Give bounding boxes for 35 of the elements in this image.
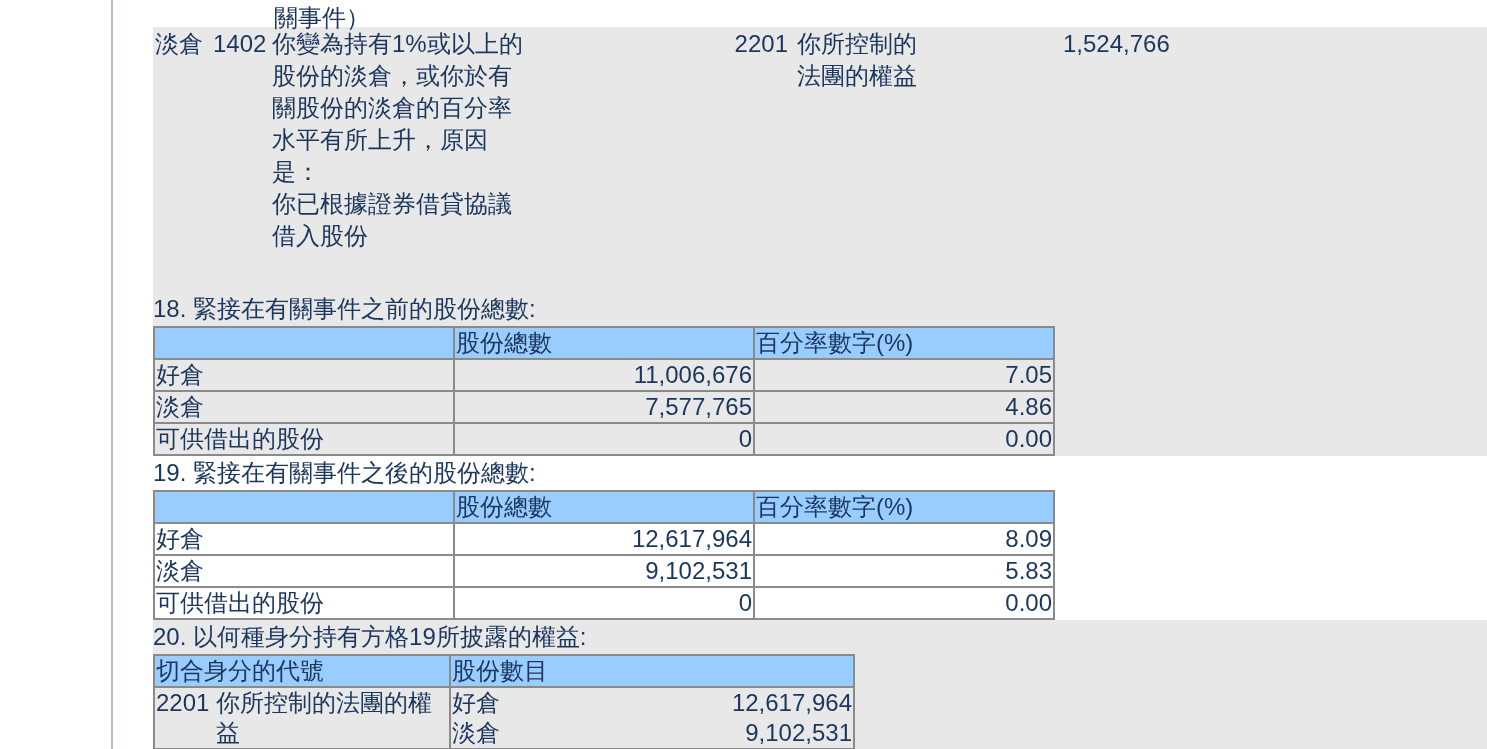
- share-count: 12,617,964: [731, 688, 852, 718]
- section-heading: 19. 緊接在有關事件之後的股份總數:: [153, 458, 536, 488]
- table-cell: 8.09: [754, 523, 1054, 555]
- table-cell: 12,617,964: [454, 523, 754, 555]
- header-cell: 切合身分的代號: [154, 655, 450, 687]
- table-cell: 5.83: [754, 555, 1054, 587]
- description-text: 你已根據證券借貸協議借入股份: [272, 189, 513, 251]
- table-cell: 11,006,676: [454, 359, 754, 391]
- table-cell: 好倉: [154, 523, 454, 555]
- table-cell: 淡倉: [154, 391, 454, 423]
- section-heading: 18. 緊接在有關事件之前的股份總數:: [153, 294, 536, 324]
- capacity-text: 你所控制的法團的權益: [216, 688, 433, 748]
- table-cell: 好倉: [154, 359, 454, 391]
- code-text: 2201: [156, 688, 211, 718]
- header-cell: 百分率數字(%): [754, 327, 1054, 359]
- position-text: 淡倉: [154, 29, 204, 59]
- table-cell: 7,577,765: [454, 391, 754, 423]
- header-cell: 股份數目: [450, 655, 854, 687]
- code-text: 1402: [213, 29, 268, 59]
- description-text: 關事件）: [274, 4, 370, 31]
- share-count: 9,102,531: [745, 718, 852, 748]
- table-cell: 7.05: [754, 359, 1054, 391]
- position-text: 淡倉: [452, 718, 500, 748]
- table-cell: 9,102,531: [454, 555, 754, 587]
- header-cell: 股份總數: [454, 327, 754, 359]
- header-cell: 百分率數字(%): [754, 491, 1054, 523]
- section-heading: 20. 以何種身分持有方格19所披露的權益:: [153, 622, 587, 652]
- table-cell: 4.86: [754, 391, 1054, 423]
- description-text: 你變為持有1%或以上的股份的淡倉，或你於有關股份的淡倉的百分率水平有所上升，原因是：: [272, 30, 524, 187]
- capacity-text: 你所控制的法團的權益: [797, 29, 918, 91]
- header-cell: 股份總數: [454, 491, 754, 523]
- code-text: 2201: [733, 29, 788, 59]
- table-cell: 淡倉: [154, 555, 454, 587]
- share-count: 1,524,766: [1063, 29, 1170, 59]
- position-text: 好倉: [452, 688, 500, 718]
